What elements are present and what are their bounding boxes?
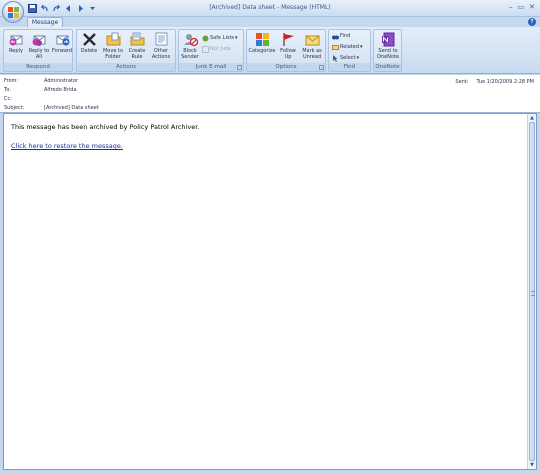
scrollbar-thumb[interactable]	[529, 122, 535, 461]
create-rule-icon	[130, 32, 145, 47]
group-label-onenote: OneNote	[374, 63, 401, 71]
options-dialog-launcher-icon[interactable]	[319, 65, 324, 70]
group-label-find: Find	[329, 63, 370, 71]
follow-up-button[interactable]: Follow Up	[278, 32, 298, 60]
ribbon: Reply Reply to All Forward Respond Delet…	[0, 27, 540, 74]
group-label-junk-email: Junk E-mail	[179, 63, 243, 71]
close-button[interactable]: ✕	[529, 3, 535, 11]
to-value[interactable]: Alfredo Brida	[44, 87, 77, 93]
related-button[interactable]: Related ▾	[332, 44, 363, 51]
window-title: [Archived] Data sheet - Message (HTML)	[209, 4, 331, 11]
message-header: From: Administrator To: Alfredo Brida Cc: …	[0, 75, 540, 113]
forward-icon	[55, 32, 70, 47]
group-options: Categorize Follow Up Mark as Unread Opti…	[246, 29, 326, 72]
restore-message-link[interactable]: Click here to restore the message.	[11, 142, 123, 150]
subject-value: [Archived] Data sheet	[44, 105, 99, 111]
create-rule-button[interactable]: Create Rule	[127, 32, 147, 60]
delete-button[interactable]: Delete	[79, 32, 99, 54]
vertical-scrollbar[interactable]: ▲ ▼	[527, 114, 536, 469]
title-bar: [Archived] Data sheet - Message (HTML) –…	[0, 0, 540, 17]
send-to-onenote-button[interactable]: Send to OneNote	[375, 32, 401, 60]
header-cc: Cc:	[4, 96, 12, 102]
safe-lists-button[interactable]: Safe Lists ▾	[202, 35, 238, 42]
follow-up-flag-icon	[281, 32, 296, 47]
office-logo-icon	[8, 7, 19, 18]
office-button[interactable]	[2, 1, 24, 23]
safe-lists-icon	[202, 35, 209, 42]
other-actions-button[interactable]: Other Actions	[149, 32, 173, 60]
reply-all-button[interactable]: Reply to All	[28, 32, 50, 60]
block-sender-button[interactable]: Block Sender	[180, 32, 200, 60]
group-actions: Delete Move to Folder Create Rule Other …	[76, 29, 176, 72]
scroll-up-arrow-icon[interactable]: ▲	[528, 114, 536, 122]
categorize-button[interactable]: Categorize	[248, 32, 276, 54]
scroll-down-arrow-icon[interactable]: ▼	[528, 461, 536, 469]
related-icon	[332, 44, 339, 51]
find-button[interactable]: Find	[332, 33, 350, 40]
select-button[interactable]: Select ▾	[332, 55, 359, 62]
onenote-icon	[381, 32, 396, 47]
forward-button[interactable]: Forward	[51, 32, 73, 54]
group-label-respond: Respond	[4, 63, 72, 71]
group-label-actions: Actions	[77, 63, 175, 71]
header-to: To: Alfredo Brida	[4, 87, 77, 93]
binoculars-icon	[332, 33, 339, 40]
tab-message[interactable]: Message	[27, 17, 63, 27]
reply-all-icon	[32, 32, 47, 47]
reply-button[interactable]: Reply	[6, 32, 26, 54]
folder-move-icon	[106, 32, 121, 47]
select-cursor-icon	[332, 55, 339, 62]
from-value[interactable]: Administrator	[44, 78, 78, 84]
maximize-button[interactable]: ▭	[518, 3, 525, 11]
delete-icon	[82, 32, 97, 47]
group-find: Find Related ▾ Select ▾ Find	[328, 29, 371, 72]
sent-value: Tue 1/20/2009 2:28 PM	[476, 79, 534, 85]
group-junk-email: Block Sender Safe Lists ▾ Not Junk Junk E…	[178, 29, 244, 72]
mark-unread-icon	[305, 32, 320, 47]
other-actions-icon	[154, 32, 169, 47]
window-controls: – ▭ ✕	[509, 3, 535, 11]
junk-dialog-launcher-icon[interactable]	[237, 65, 242, 70]
categorize-icon	[255, 32, 270, 47]
block-sender-icon	[183, 32, 198, 47]
mark-unread-button[interactable]: Mark as Unread	[300, 32, 324, 60]
scrollbar-grip-icon	[531, 291, 535, 296]
not-junk-icon	[202, 46, 209, 53]
group-respond: Reply Reply to All Forward Respond	[3, 29, 73, 72]
move-to-folder-button[interactable]: Move to Folder	[101, 32, 125, 60]
header-subject: Subject: [Archived] Data sheet	[4, 105, 99, 111]
archived-notice-text: This message has been archived by Policy…	[11, 123, 200, 131]
header-from: From: Administrator	[4, 78, 79, 84]
not-junk-button: Not Junk	[202, 46, 231, 53]
group-label-options: Options	[247, 63, 325, 71]
minimize-button[interactable]: –	[509, 3, 513, 11]
help-icon[interactable]: ?	[528, 18, 536, 26]
reply-icon	[9, 32, 24, 47]
message-body[interactable]: This message has been archived by Policy…	[3, 113, 537, 470]
header-sent: Sent: Tue 1/20/2009 2:28 PM	[455, 79, 534, 85]
group-onenote: Send to OneNote OneNote	[373, 29, 402, 72]
ribbon-tab-row: Message ?	[0, 17, 540, 27]
